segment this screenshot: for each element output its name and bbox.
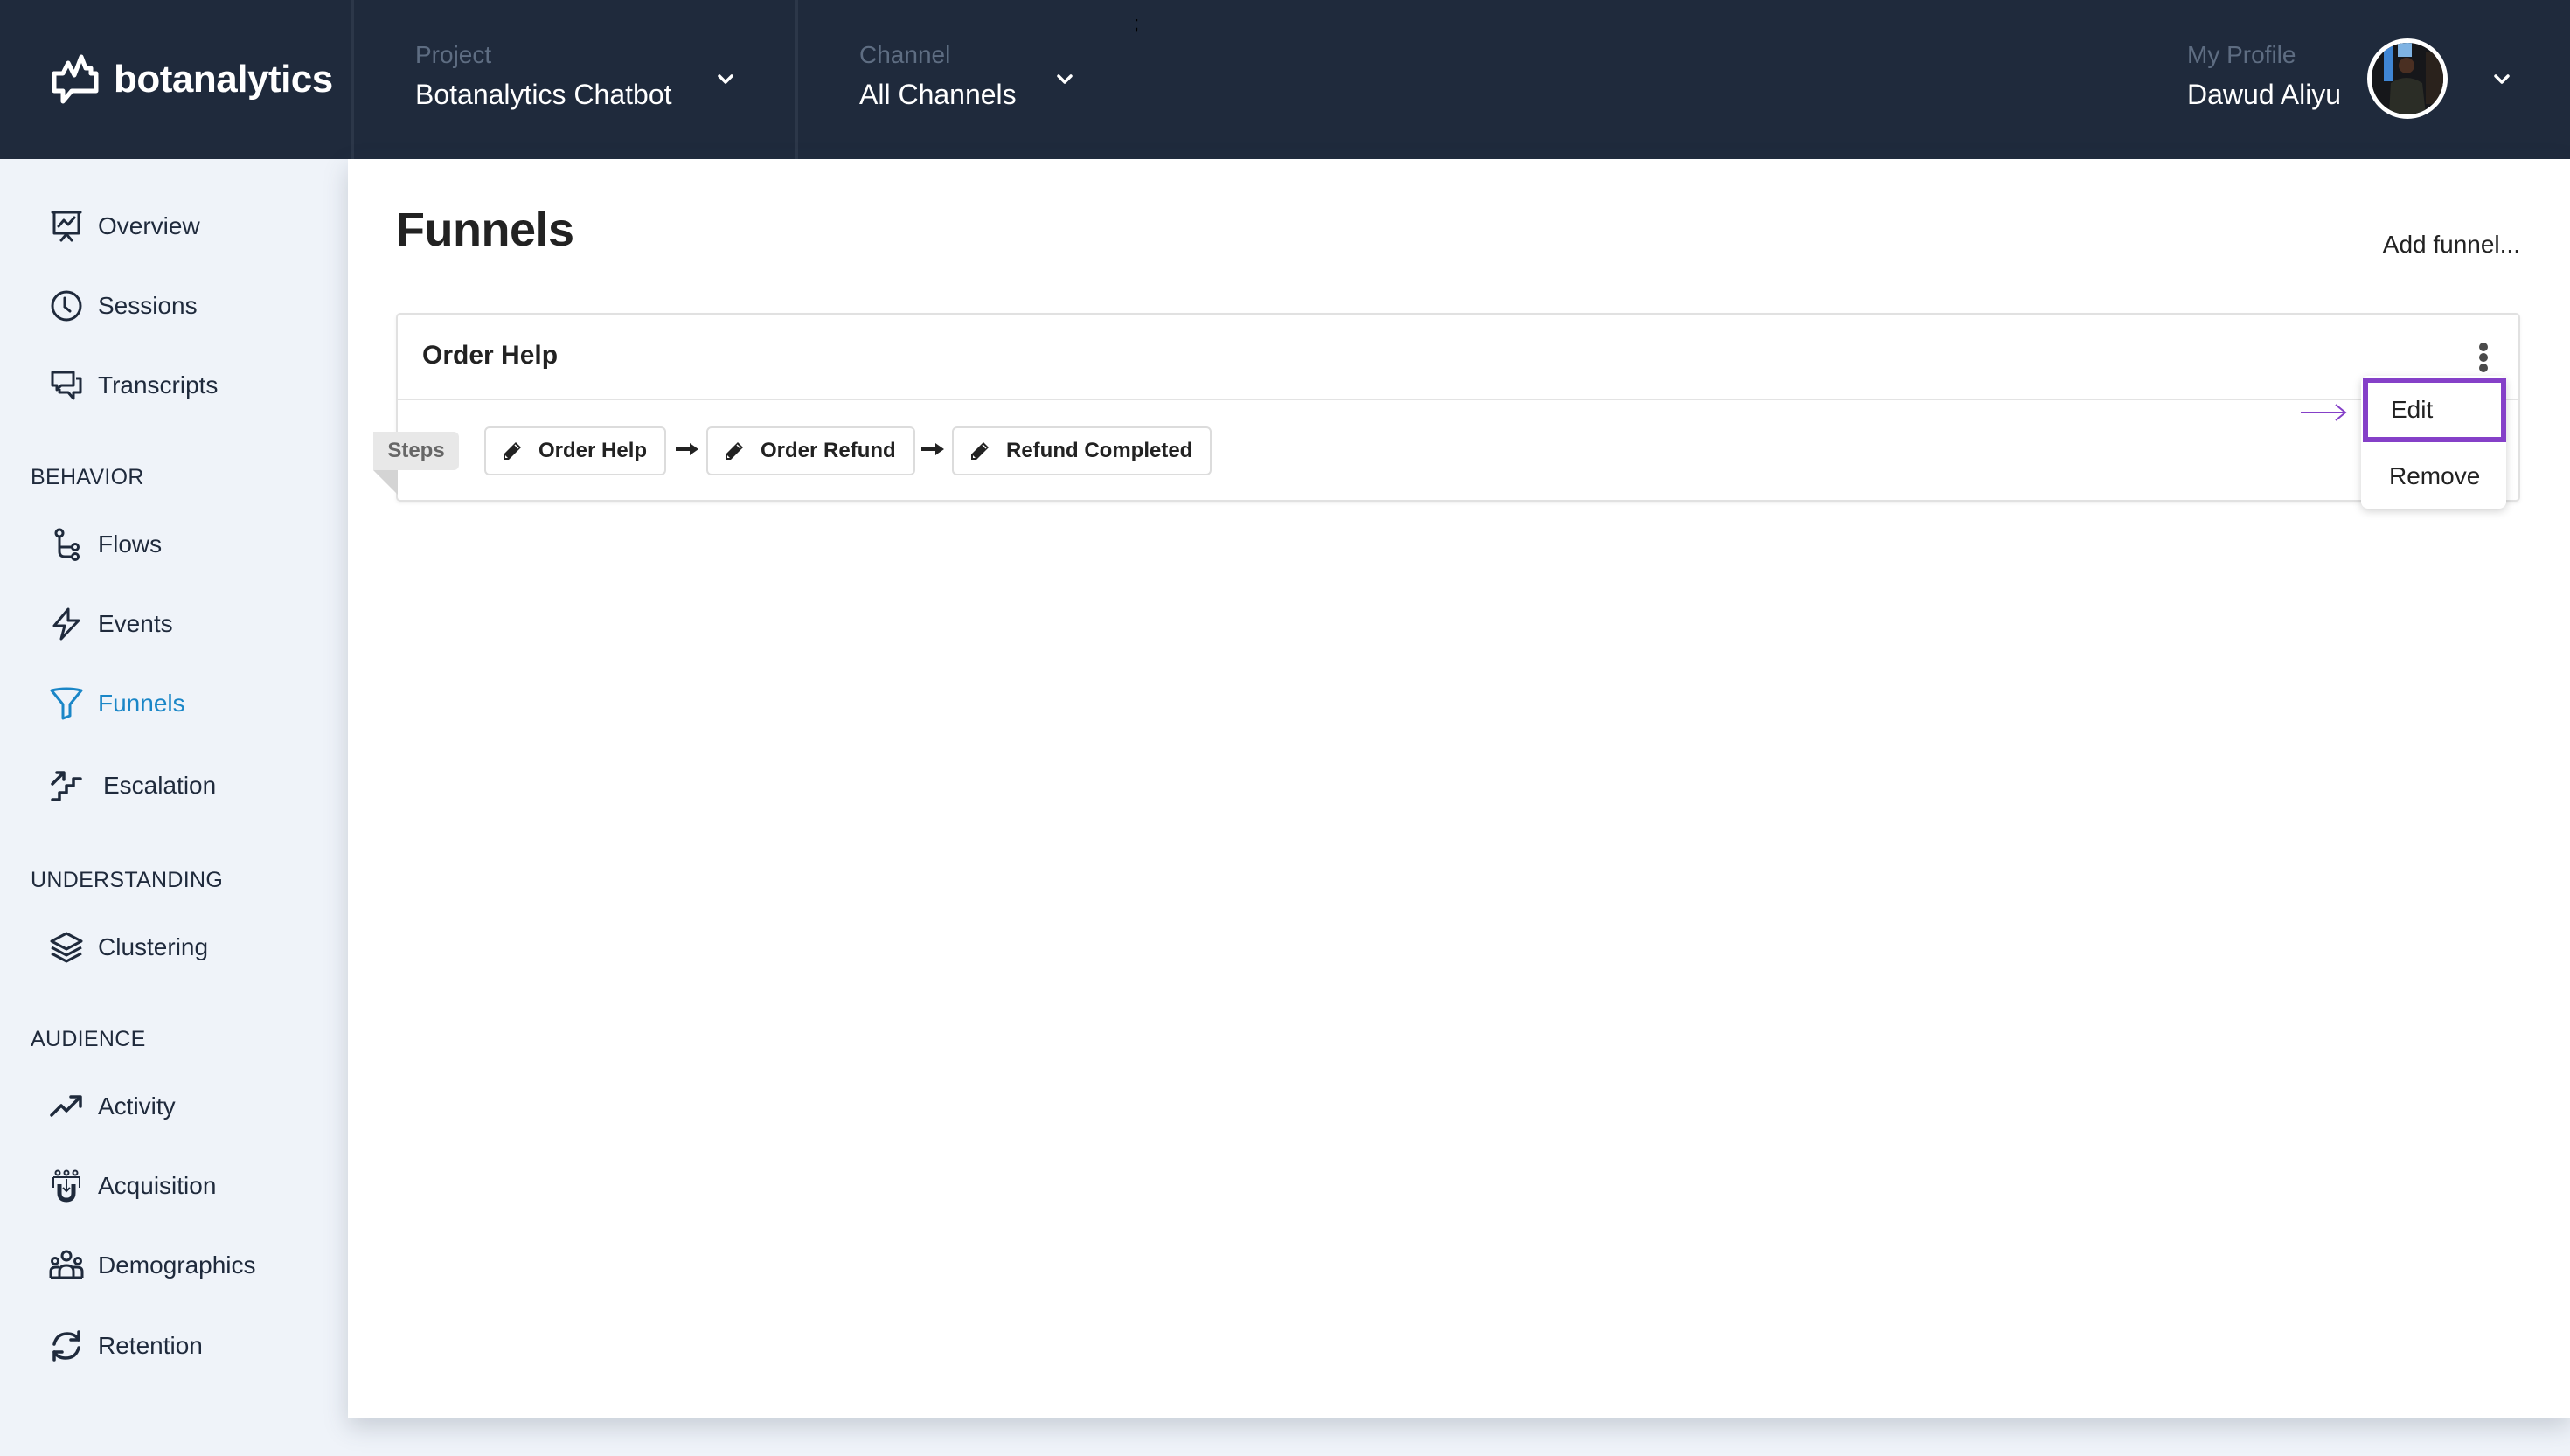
funnel-card-header: Order Help bbox=[398, 315, 2518, 400]
stairs-arrow-icon bbox=[49, 768, 84, 803]
stray-mark: ; bbox=[1134, 12, 1140, 34]
sidebar-item-events[interactable]: Events bbox=[49, 598, 173, 650]
arrow-right-icon bbox=[676, 441, 698, 457]
header-divider bbox=[795, 0, 798, 159]
funnel-icon bbox=[49, 686, 84, 721]
lightning-icon bbox=[49, 607, 84, 641]
magnet-people-icon bbox=[49, 1168, 84, 1203]
chat-bubbles-icon bbox=[49, 368, 84, 403]
clock-icon bbox=[49, 288, 84, 323]
funnel-step-chip[interactable]: Refund Completed bbox=[952, 426, 1212, 475]
nav-label: Funnels bbox=[98, 690, 185, 717]
sidebar-item-activity[interactable]: Activity bbox=[49, 1080, 176, 1133]
profile-name: Dawud Aliyu bbox=[2187, 79, 2342, 110]
profile-menu[interactable]: My Profile Dawud Aliyu bbox=[2187, 40, 2353, 119]
arrow-right-icon bbox=[921, 441, 944, 457]
funnel-options-menu: Edit Remove bbox=[2361, 376, 2506, 509]
funnel-card: Order Help Steps Order Help Order Refund… bbox=[373, 313, 2520, 502]
channel-selector[interactable]: Channel All Channels bbox=[859, 40, 1087, 119]
sidebar-item-demographics[interactable]: Demographics bbox=[49, 1239, 256, 1292]
funnel-step-chip[interactable]: Order Help bbox=[484, 426, 667, 475]
menu-item-remove[interactable]: Remove bbox=[2361, 444, 2506, 509]
more-options-icon[interactable] bbox=[2475, 343, 2492, 374]
profile-label: My Profile bbox=[2187, 41, 2296, 68]
trending-up-icon bbox=[49, 1089, 84, 1124]
sidebar: Overview Sessions Transcripts BEHAVIOR F… bbox=[0, 159, 348, 1456]
sidebar-item-retention[interactable]: Retention bbox=[49, 1320, 203, 1372]
step-label: Order Help bbox=[538, 439, 648, 462]
main-content: Funnels Add funnel... Order Help Steps O… bbox=[348, 159, 2570, 1418]
funnel-name: Order Help bbox=[422, 341, 559, 370]
brand-logo[interactable]: botanalytics bbox=[51, 51, 333, 108]
section-audience: AUDIENCE bbox=[31, 1027, 146, 1051]
menu-item-edit[interactable]: Edit bbox=[2363, 378, 2506, 442]
project-label: Project bbox=[415, 41, 492, 68]
sidebar-item-clustering[interactable]: Clustering bbox=[49, 921, 208, 974]
chevron-down-icon bbox=[1053, 68, 1076, 91]
profile-chevron-down-icon[interactable] bbox=[2490, 68, 2513, 91]
nav-label: Flows bbox=[98, 530, 163, 558]
steps-label: Steps bbox=[373, 432, 459, 470]
layers-icon bbox=[49, 930, 84, 965]
nav-label: Escalation bbox=[103, 772, 217, 799]
sidebar-item-sessions[interactable]: Sessions bbox=[49, 280, 198, 332]
nav-label: Sessions bbox=[98, 292, 198, 319]
botanalytics-logo-icon bbox=[52, 54, 99, 104]
header-divider bbox=[351, 0, 354, 159]
sidebar-item-acquisition[interactable]: Acquisition bbox=[49, 1160, 216, 1212]
group-icon bbox=[49, 1248, 84, 1283]
pencil-icon bbox=[971, 442, 989, 460]
pencil-icon bbox=[726, 442, 743, 460]
page-title: Funnels bbox=[396, 204, 574, 256]
presentation-chart-icon bbox=[49, 209, 84, 244]
step-label: Order Refund bbox=[761, 439, 896, 462]
add-funnel-link[interactable]: Add funnel... bbox=[2383, 231, 2520, 259]
project-selector[interactable]: Project Botanalytics Chatbot bbox=[415, 40, 747, 119]
sidebar-item-flows[interactable]: Flows bbox=[49, 518, 162, 571]
nav-label: Events bbox=[98, 610, 173, 637]
sidebar-item-transcripts[interactable]: Transcripts bbox=[49, 359, 218, 412]
channel-value: All Channels bbox=[859, 79, 1017, 110]
step-label: Refund Completed bbox=[1006, 439, 1193, 462]
channel-label: Channel bbox=[859, 41, 951, 68]
pencil-icon bbox=[504, 442, 521, 460]
sidebar-item-escalation[interactable]: Escalation bbox=[49, 759, 216, 812]
flow-branch-icon bbox=[49, 527, 84, 562]
nav-label: Demographics bbox=[98, 1251, 256, 1279]
nav-label: Clustering bbox=[98, 933, 209, 960]
nav-label: Overview bbox=[98, 212, 200, 239]
section-understanding: UNDERSTANDING bbox=[31, 868, 224, 892]
brand-name: botanalytics bbox=[114, 58, 333, 101]
chevron-down-icon bbox=[714, 68, 737, 91]
nav-label: Retention bbox=[98, 1332, 203, 1359]
nav-label: Acquisition bbox=[98, 1172, 217, 1199]
nav-label: Transcripts bbox=[98, 371, 219, 399]
sidebar-item-overview[interactable]: Overview bbox=[49, 200, 200, 253]
refresh-icon bbox=[49, 1328, 84, 1363]
top-header: botanalytics Project Botanalytics Chatbo… bbox=[0, 0, 2570, 159]
steps-tag-fold bbox=[373, 470, 398, 495]
annotation-arrow-icon bbox=[2301, 402, 2348, 423]
project-value: Botanalytics Chatbot bbox=[415, 79, 672, 110]
section-behavior: BEHAVIOR bbox=[31, 465, 144, 489]
funnel-step-chip[interactable]: Order Refund bbox=[706, 426, 915, 475]
avatar[interactable] bbox=[2367, 38, 2448, 119]
nav-label: Activity bbox=[98, 1092, 176, 1120]
sidebar-item-funnels[interactable]: Funnels bbox=[49, 677, 185, 730]
